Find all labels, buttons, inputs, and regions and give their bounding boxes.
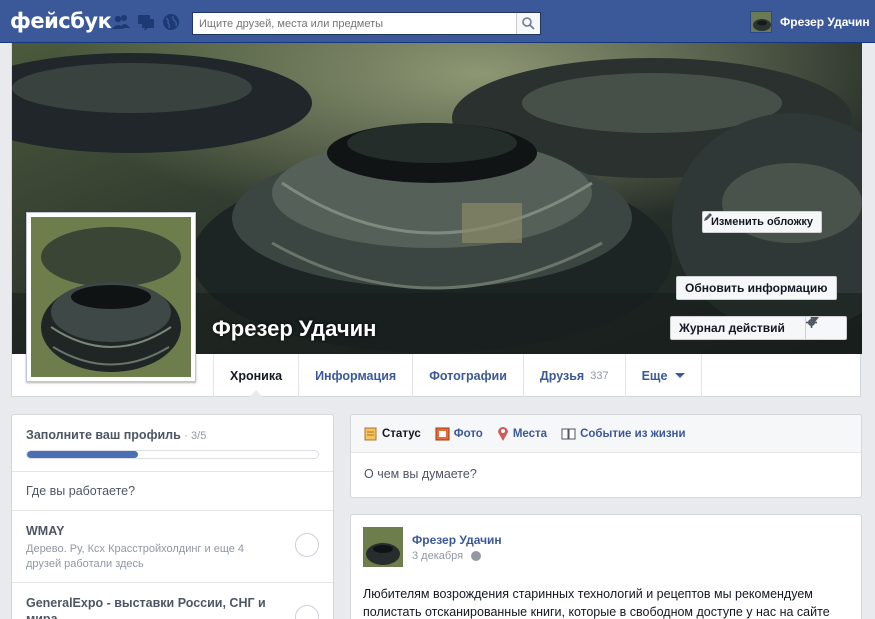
life-event-book-icon	[561, 428, 576, 439]
select-radio[interactable]	[295, 533, 319, 557]
search-box	[192, 12, 541, 35]
globe-icon	[471, 551, 482, 561]
profile-header: Изменить обложку Обновить информацию Жур…	[11, 43, 862, 398]
status-pencil-icon	[364, 427, 377, 440]
tab-more[interactable]: Еще	[624, 354, 703, 397]
update-info-button[interactable]: Обновить информацию	[676, 276, 837, 300]
list-item[interactable]: WMAY Дерево. Ру, Ксх Красстройхолдинг и …	[12, 511, 333, 583]
facebook-logo[interactable]: фейсбук	[10, 9, 112, 33]
tab-about[interactable]: Информация	[298, 354, 412, 397]
composer-tabs: Статус Фото Места Событие из жизни	[351, 415, 861, 453]
tab-friends[interactable]: Друзья 337	[522, 354, 625, 397]
completion-title: Заполните ваш профиль · 3/5	[26, 428, 207, 442]
suggestion-title: WMAY	[26, 524, 65, 538]
tab-label: Фотографии	[429, 368, 507, 383]
composer-tab-place[interactable]: Места	[497, 426, 547, 441]
update-info-label: Обновить информацию	[685, 281, 828, 295]
timeline-post: Фрезер Удачин 3 декабря Любителям возрож…	[350, 514, 862, 619]
messages-icon[interactable]	[137, 13, 155, 31]
tab-timeline[interactable]: Хроника	[213, 354, 298, 398]
notifications-globe-icon[interactable]	[162, 13, 180, 31]
tab-label: Еще	[641, 368, 668, 383]
change-cover-label: Изменить обложку	[711, 216, 814, 228]
status-input[interactable]: О чем вы думаете?	[351, 453, 861, 495]
profile-name: Фрезер Удачин	[212, 316, 377, 341]
profile-picture[interactable]	[26, 212, 196, 382]
post-author[interactable]: Фрезер Удачин	[412, 533, 502, 547]
avatar[interactable]	[363, 527, 403, 567]
change-cover-button[interactable]: Изменить обложку	[702, 211, 823, 233]
tab-photos[interactable]: Фотографии	[412, 354, 523, 397]
post-date[interactable]: 3 декабря	[412, 550, 482, 562]
tab-label: Друзья	[539, 368, 585, 383]
friends-count: 337	[590, 369, 609, 382]
suggestion-subtitle: Дерево. Ру, Ксх Красстройхолдинг и еще 4…	[26, 543, 245, 570]
activity-log-button[interactable]: Журнал действий	[670, 316, 806, 340]
tab-label: Информация	[315, 368, 397, 383]
place-pin-icon	[497, 427, 508, 441]
top-user-name: Фрезер Удачин	[780, 15, 870, 29]
chevron-down-icon	[675, 373, 686, 378]
pencil-icon	[704, 213, 712, 221]
settings-dropdown-button[interactable]	[805, 316, 847, 340]
suggestion-title: GeneralExpo - выставки России, СНГ и мир…	[26, 596, 266, 619]
composer-tab-status[interactable]: Статус	[364, 427, 421, 441]
top-user-link[interactable]: Фрезер Удачин	[750, 11, 870, 33]
progress-fill	[27, 451, 138, 458]
profile-tabs: Хроника Информация Фотографии Друзья 337 …	[213, 354, 703, 398]
photo-icon	[435, 427, 450, 440]
search-button[interactable]	[516, 13, 540, 34]
completion-header: Заполните ваш профиль · 3/5	[12, 415, 333, 472]
profile-completion-card: Заполните ваш профиль · 3/5 Где вы работ…	[11, 414, 334, 619]
status-composer: Статус Фото Места Событие из жизни О чем…	[350, 414, 862, 498]
activity-log-label: Журнал действий	[679, 321, 785, 335]
completion-progress-bar	[26, 450, 319, 459]
friend-requests-icon[interactable]	[112, 13, 130, 31]
avatar	[750, 11, 772, 33]
chevron-down-icon	[811, 317, 819, 322]
search-icon	[522, 17, 535, 30]
list-item[interactable]: GeneralExpo - выставки России, СНГ и мир…	[12, 583, 333, 619]
post-text: Любителям возрождения старинных технолог…	[363, 587, 830, 619]
work-question[interactable]: Где вы работаете?	[12, 472, 333, 511]
top-bar: фейсбук Фрезер Удачин	[0, 0, 875, 43]
tab-label: Хроника	[230, 368, 283, 383]
composer-tab-life-event[interactable]: Событие из жизни	[561, 427, 686, 441]
composer-tab-photo[interactable]: Фото	[435, 427, 483, 441]
search-input[interactable]	[193, 13, 513, 34]
